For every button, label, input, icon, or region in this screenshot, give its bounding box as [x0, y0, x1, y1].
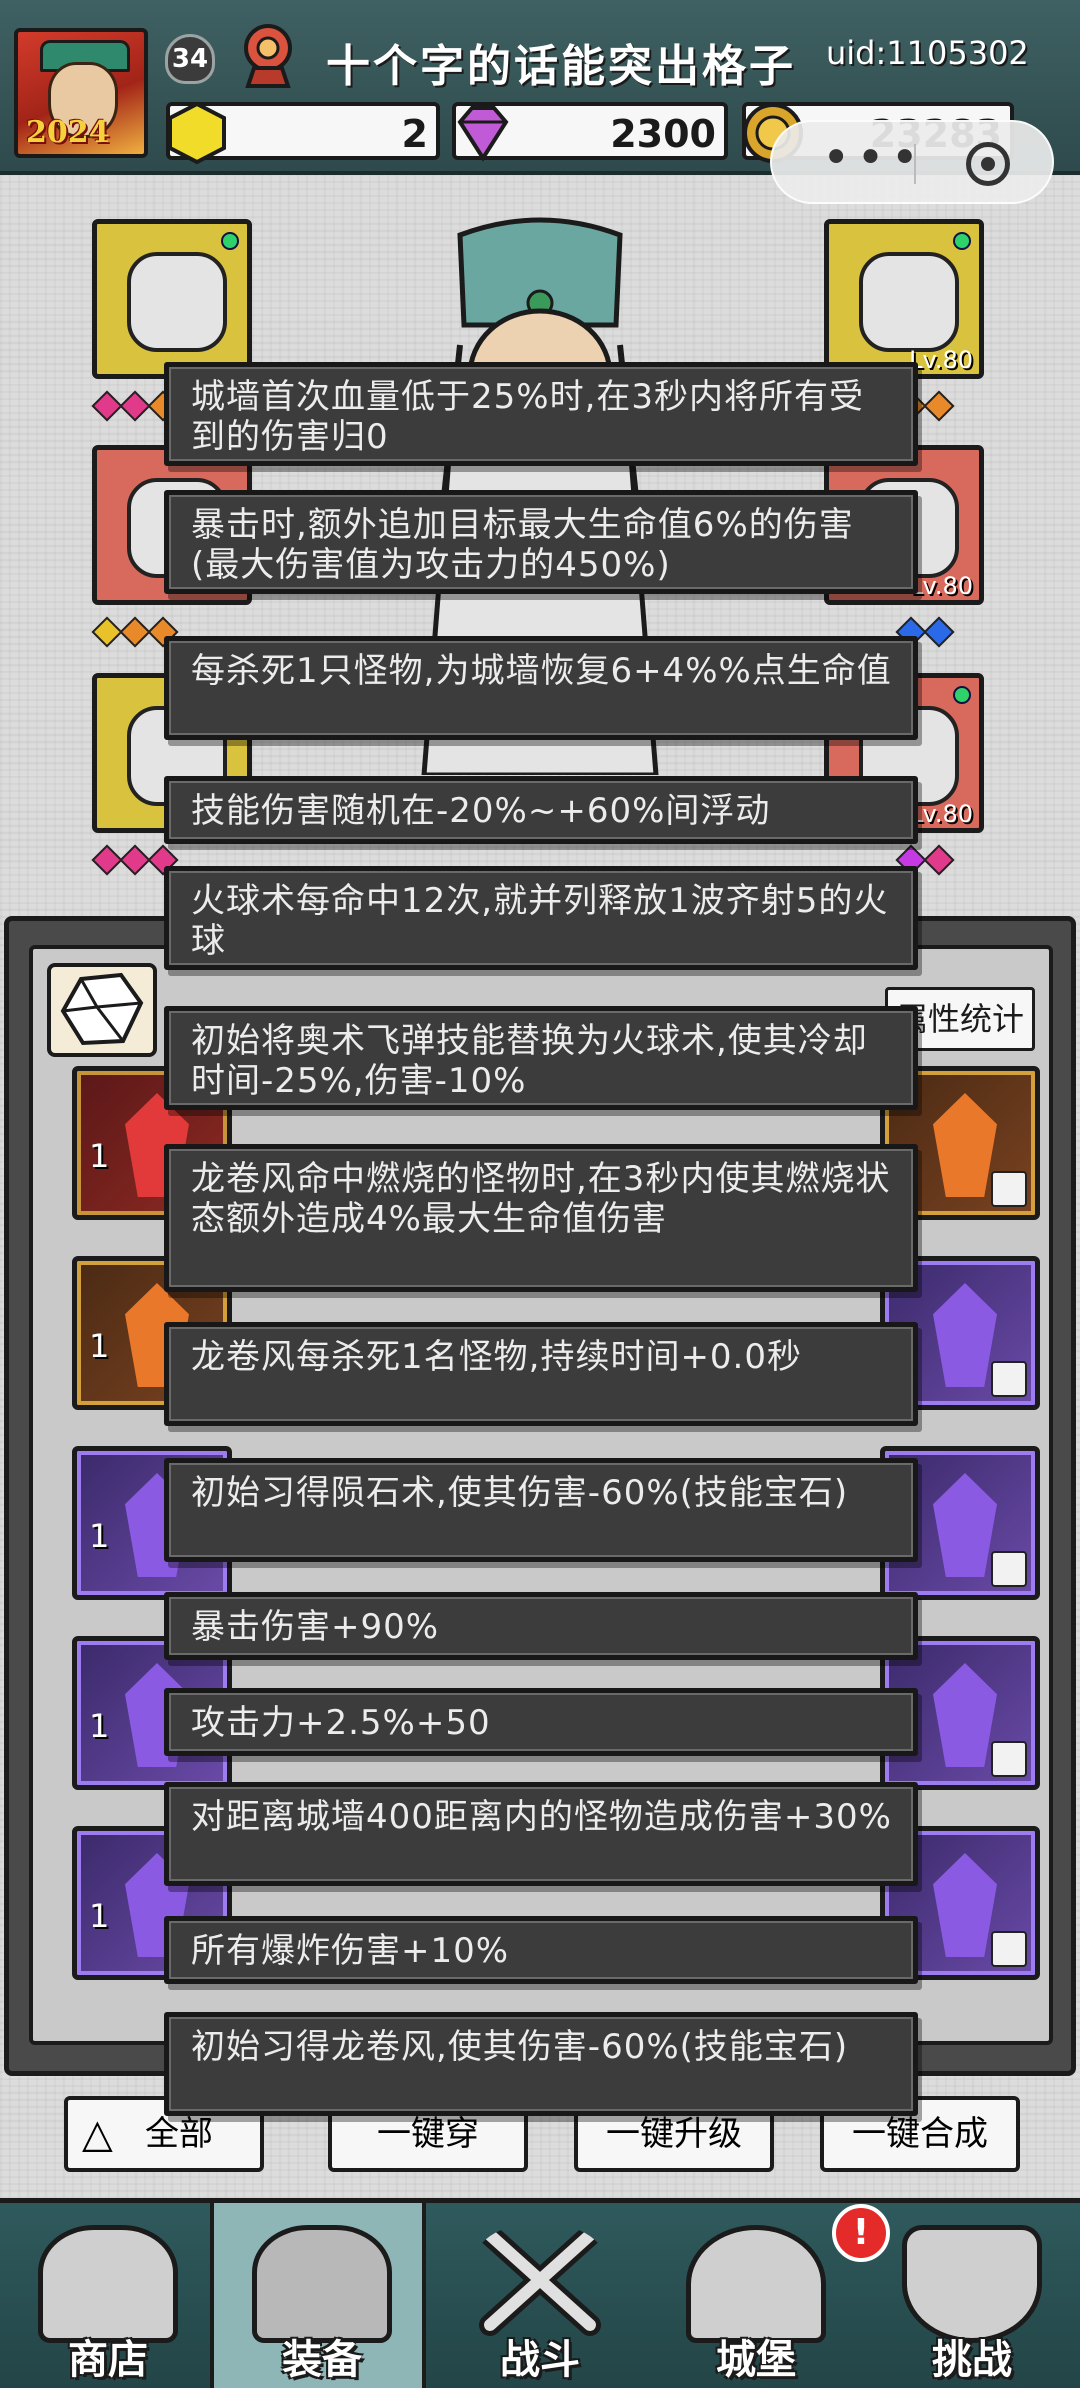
weapon-level: Lv.80	[909, 346, 973, 374]
player-name: 十个字的话能突出格子	[326, 41, 796, 92]
gem-count: 1	[89, 1137, 110, 1175]
backpack-icon	[252, 2225, 392, 2343]
boots-tag-icon	[991, 1551, 1027, 1587]
armor-gem-row	[91, 616, 179, 648]
nav-equipment-label: 装备	[282, 2337, 362, 2383]
gem-count: 1	[89, 1517, 110, 1555]
purple-crystal-icon	[933, 1853, 997, 1957]
gold-gem-counter[interactable]: 2	[166, 101, 440, 165]
effect-entry: 暴击时,额外追加目标最大生命值6%的伤害(最大伤害值为攻击力的450%)	[164, 490, 918, 594]
nav-challenge[interactable]: 挑战	[864, 2203, 1080, 2388]
more-options-icon[interactable]: •••	[822, 130, 925, 186]
nav-shop[interactable]: 商店	[0, 2203, 216, 2388]
gem-count: 1	[89, 1897, 110, 1935]
effect-entry: 初始习得龙卷风,使其伤害-60%(技能宝石)	[164, 2012, 918, 2116]
nav-shop-label: 商店	[68, 2337, 148, 2383]
purple-crystal-icon	[933, 1283, 997, 1387]
effect-entry: 龙卷风命中燃烧的怪物时,在3秒内使其燃烧状态额外造成4%最大生命值伤害	[164, 1144, 918, 1292]
glove-tag-icon	[991, 1171, 1027, 1207]
helmet-gem-row	[91, 390, 179, 422]
shield-icon	[902, 2225, 1042, 2343]
nav-castle-label: 城堡	[716, 2337, 796, 2383]
purple-crystal-icon	[933, 1663, 997, 1767]
necklace-tag-icon	[991, 1931, 1027, 1967]
ring-tag-icon	[991, 1361, 1027, 1397]
castle-icon	[686, 2225, 826, 2343]
diamond-counter[interactable]: 2300	[452, 102, 728, 162]
necklace-level: Lv.80	[909, 800, 973, 828]
effect-entry: 每杀死1只怪物,为城墙恢复6+4%%点生命值	[164, 636, 918, 740]
shop-icon	[38, 2225, 178, 2343]
nav-challenge-label: 挑战	[932, 2337, 1012, 2383]
diamond-value: 2300	[610, 112, 716, 156]
diamond-icon	[457, 106, 509, 162]
orange-crystal-icon	[933, 1093, 997, 1197]
boots-gem-row	[91, 844, 179, 876]
effect-entry: 龙卷风每杀死1名怪物,持续时间+0.0秒	[164, 1322, 918, 1426]
nav-battle[interactable]: 战斗	[432, 2203, 648, 2388]
effect-entry: 所有爆炸伤害+10%	[164, 1916, 918, 1984]
rank-trophy-icon[interactable]	[232, 22, 304, 90]
effect-entry: 城墙首次血量低于25%时,在3秒内将所有受到的伤害归0	[164, 362, 918, 466]
equip-slot-weapon[interactable]: Lv.80	[824, 219, 984, 379]
gold-gem-icon	[168, 101, 226, 165]
filter-all-label: 全部	[145, 2114, 213, 2154]
weapon-icon	[859, 252, 959, 352]
gem-category-tab[interactable]	[47, 963, 157, 1057]
crossed-swords-icon	[479, 2225, 601, 2336]
effect-entry: 技能伤害随机在-20%~+60%间浮动	[164, 776, 918, 844]
gem-count: 1	[89, 1707, 110, 1745]
gem-count: 1	[89, 1327, 110, 1365]
equip-ready-dot	[953, 232, 971, 250]
gem-outline-icon	[60, 972, 144, 1046]
capsule-divider	[914, 144, 916, 184]
player-level-badge: 34	[165, 34, 215, 84]
player-uid: uid:1105302	[826, 34, 1029, 72]
castle-alert-badge: !	[832, 2204, 890, 2262]
helmet-tag-icon	[991, 1741, 1027, 1777]
player-avatar[interactable]: 2024	[14, 28, 148, 158]
effect-entry: 初始习得陨石术,使其伤害-60%(技能宝石)	[164, 1458, 918, 1562]
effect-entry: 对距离城墙400距离内的怪物造成伤害+30%	[164, 1782, 918, 1886]
purple-crystal-icon	[933, 1473, 997, 1577]
effect-entry: 暴击伤害+90%	[164, 1592, 918, 1660]
equip-slot-helmet[interactable]	[92, 219, 252, 379]
equip-ready-dot	[953, 686, 971, 704]
avatar-year-label: 2024	[26, 115, 110, 150]
effect-entry: 初始将奥术飞弹技能替换为火球术,使其冷却时间-25%,伤害-10%	[164, 1006, 918, 1110]
triangle-filter-icon: △	[82, 2111, 113, 2157]
ring-level: Lv.80	[909, 572, 973, 600]
equip-ready-dot	[221, 232, 239, 250]
effect-entry: 攻击力+2.5%+50	[164, 1688, 918, 1756]
gold-gem-value: 2	[401, 112, 428, 156]
bottom-navigation: 商店 装备 战斗 城堡 挑战	[0, 2198, 1080, 2388]
effect-entry: 火球术每命中12次,就并列释放1波齐射5的火球	[164, 866, 918, 970]
helmet-icon	[127, 252, 227, 352]
nav-battle-label: 战斗	[500, 2337, 580, 2383]
nav-equipment[interactable]: 装备	[210, 2203, 426, 2388]
